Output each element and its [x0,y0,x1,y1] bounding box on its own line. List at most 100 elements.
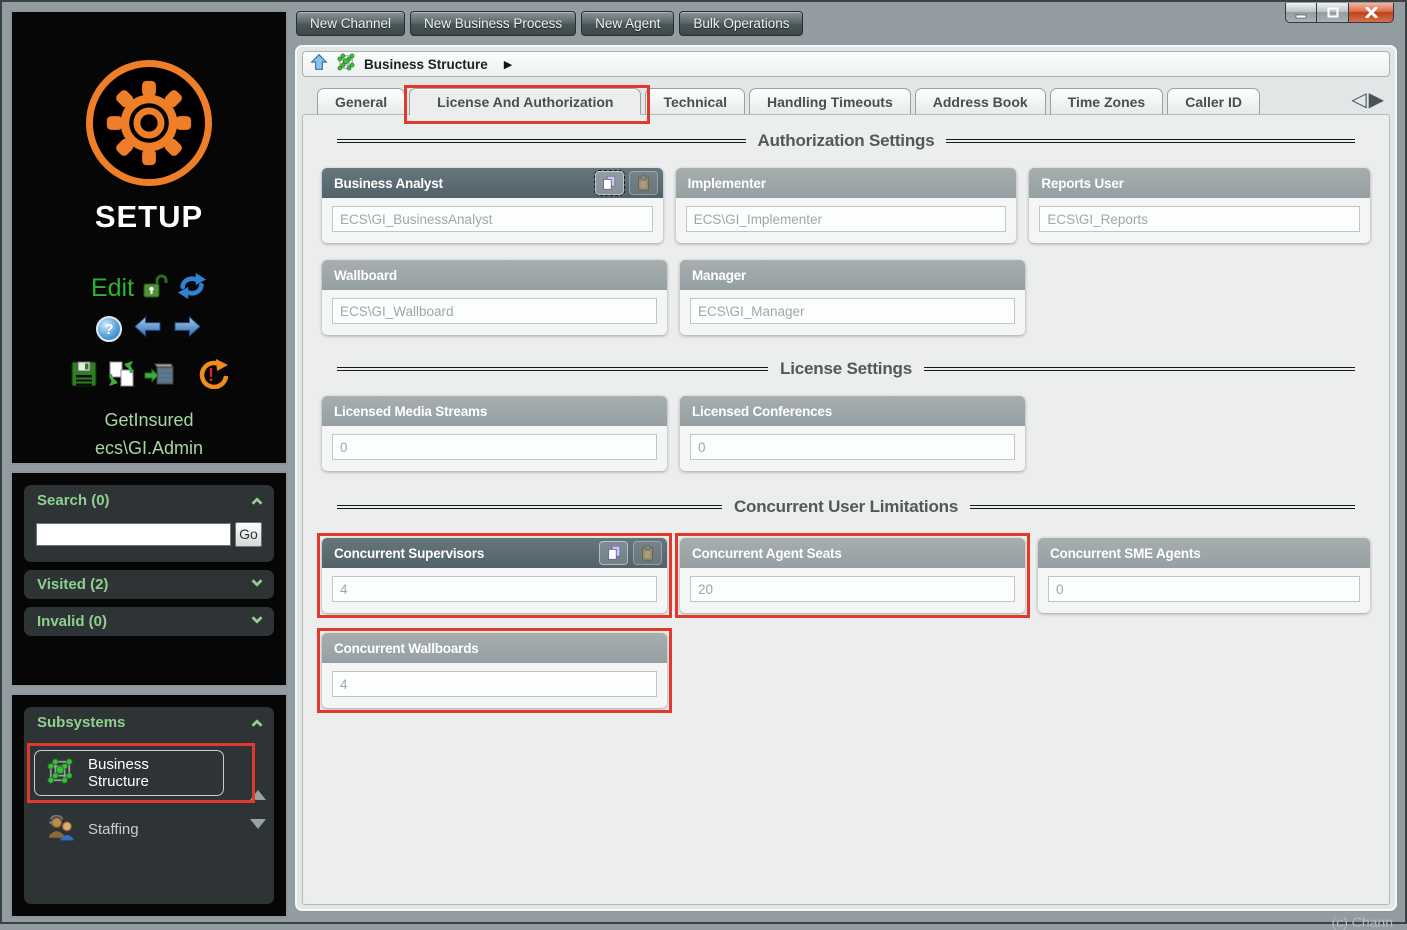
bulk-operations-button[interactable]: Bulk Operations [679,11,803,36]
tab-label: General [335,94,387,110]
wallboard-input[interactable] [332,298,657,324]
paste-button[interactable] [633,541,662,565]
setup-gear-icon [86,60,212,186]
save-icon[interactable] [70,360,98,393]
business-analyst-input[interactable] [332,206,653,232]
reports-user-input[interactable] [1039,206,1360,232]
sidebar-item-business-structure[interactable]: Business Structure [34,750,224,796]
new-channel-button[interactable]: New Channel [296,11,405,36]
window-controls [1285,3,1394,23]
breadcrumb-item[interactable]: Business Structure [364,57,488,72]
search-header-label: Search (0) [37,492,110,509]
forward-arrow-icon[interactable] [173,315,202,343]
search-accordion-header[interactable]: Search (0) [24,485,274,516]
field-label: Wallboard [334,268,397,283]
navigate-up-icon[interactable] [310,53,328,76]
tab-general[interactable]: General [317,88,405,115]
tab-scroll-controls: ◁ ▶ [1351,89,1390,114]
concurrent-agent-seats-input[interactable] [690,576,1015,602]
field-label: Licensed Media Streams [334,404,487,419]
refresh-icon[interactable] [177,272,207,305]
tab-label: Time Zones [1068,94,1146,110]
search-panel: Search (0) Go Visited (2) Invalid (0) [10,471,288,687]
refresh-warning-icon[interactable]: ! [196,358,228,394]
search-input[interactable] [36,523,231,546]
copy-files-icon[interactable] [106,360,136,393]
section-divider [946,139,1355,143]
field-label: Concurrent Supervisors [334,546,484,561]
sidebar-item-staffing[interactable]: Staffing [34,815,248,845]
tab-scroll-left-icon[interactable]: ◁ [1351,89,1366,109]
close-icon [1365,7,1378,18]
invalid-accordion-header[interactable]: Invalid (0) [24,607,274,636]
paste-button[interactable] [629,171,658,195]
toolbar: New Channel New Business Process New Age… [296,11,803,36]
licensed-media-streams-input[interactable] [332,434,657,460]
tab-scroll-right-icon[interactable]: ▶ [1369,89,1384,109]
field-licensed-media-streams: Licensed Media Streams [322,396,667,471]
field-implementer: Implementer [676,168,1017,243]
field-wallboard: Wallboard [322,260,667,335]
field-reports-user: Reports User [1029,168,1370,243]
watermark: (c) Chann [1332,914,1393,930]
setup-title: SETUP [95,199,203,235]
field-label: Concurrent SME Agents [1050,546,1201,561]
field-label: Concurrent Wallboards [334,641,479,656]
paste-icon [639,544,656,562]
subsystems-accordion-header[interactable]: Subsystems [24,707,274,738]
field-label: Reports User [1041,176,1123,191]
field-label: Manager [692,268,746,283]
close-button[interactable] [1348,3,1394,23]
section-title: Concurrent User Limitations [734,497,958,517]
manager-input[interactable] [690,298,1015,324]
copy-button[interactable] [599,541,628,565]
chevron-up-icon [251,497,262,508]
field-row: Business Analyst [303,168,1389,243]
account-info: GetInsured ecs\GI.Admin [95,407,203,463]
annotation-box-license-tab: License And Authorization [409,88,645,114]
section-divider [337,139,746,143]
section-title: License Settings [780,359,912,379]
field-label: Licensed Conferences [692,404,832,419]
tab-technical[interactable]: Technical [645,88,745,115]
visited-accordion-header[interactable]: Visited (2) [24,570,274,599]
concurrent-wallboards-input[interactable] [332,671,657,697]
field-concurrent-wallboards: Concurrent Wallboards [322,633,667,708]
new-agent-button[interactable]: New Agent [581,11,674,36]
annotation-box-concurrent-supervisors: Concurrent Supervisors [322,538,667,613]
scroll-up-icon[interactable] [250,790,266,800]
search-go-button[interactable]: Go [235,522,262,547]
field-concurrent-sme-agents: Concurrent SME Agents [1038,538,1370,613]
business-structure-icon [336,52,356,77]
section-divider [337,367,768,371]
copy-icon [600,174,618,192]
concurrent-sme-agents-input[interactable] [1048,576,1360,602]
sidebar-item-label: Business Structure [88,756,213,790]
copy-button[interactable] [595,171,624,195]
tab-time-zones[interactable]: Time Zones [1050,88,1164,115]
svg-text:!: ! [208,365,214,385]
tab-caller-id[interactable]: Caller ID [1167,88,1260,115]
breadcrumb-expand-icon[interactable]: ▶ [504,58,512,71]
restore-button[interactable] [1317,3,1348,23]
nav-row: ? [96,315,202,343]
edit-button[interactable]: Edit [91,274,134,303]
help-icon[interactable]: ? [96,316,122,342]
tab-label: Technical [663,94,727,110]
server-export-icon[interactable] [144,360,174,393]
licensed-conferences-input[interactable] [690,434,1015,460]
back-arrow-icon[interactable] [133,315,162,343]
section-divider [924,367,1355,371]
annotation-box-business-structure: Business Structure [34,750,248,796]
concurrent-supervisors-input[interactable] [332,576,657,602]
tab-address-book[interactable]: Address Book [915,88,1046,115]
paste-icon [635,174,652,192]
tab-license-and-authorization[interactable]: License And Authorization [409,88,641,115]
tab-label: Address Book [933,94,1028,110]
minimize-button[interactable] [1285,3,1317,23]
scroll-down-icon[interactable] [250,819,266,829]
tab-label: Handling Timeouts [767,94,893,110]
tab-handling-timeouts[interactable]: Handling Timeouts [749,88,911,115]
implementer-input[interactable] [686,206,1007,232]
new-business-process-button[interactable]: New Business Process [410,11,576,36]
